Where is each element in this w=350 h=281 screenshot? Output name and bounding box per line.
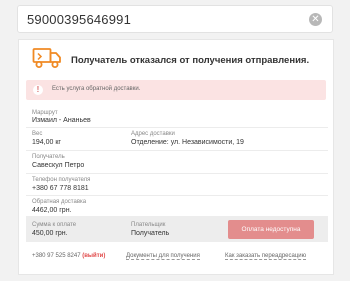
sum-label: Сумма к оплате bbox=[32, 222, 77, 228]
footer-phone-number: +380 97 525 8247 bbox=[32, 253, 81, 259]
return-delivery-value: 4462,00 грн. bbox=[32, 207, 72, 214]
logout-link[interactable]: (выйти) bbox=[82, 253, 105, 259]
payer-label: Плательщик bbox=[131, 222, 166, 228]
clear-icon[interactable]: ✕ bbox=[309, 13, 322, 26]
exclamation-icon: ! bbox=[33, 85, 43, 95]
search-field[interactable]: 59000395646991 ✕ bbox=[17, 5, 333, 33]
alert-box: ! Есть услуга обратной доставки. bbox=[26, 80, 326, 100]
phone-label: Телефон получателя bbox=[32, 177, 91, 183]
divider bbox=[26, 195, 328, 196]
tracking-card: Получатель отказался от получения отправ… bbox=[18, 39, 334, 275]
recipient-label: Получатель bbox=[32, 154, 65, 160]
documents-link[interactable]: Документы для получения bbox=[126, 253, 200, 260]
divider bbox=[26, 173, 328, 174]
route-value: Измаил - Ананьев bbox=[32, 117, 91, 124]
pay-button[interactable]: Оплата недоступна bbox=[228, 220, 314, 239]
status-headline: Получатель отказался от получения отправ… bbox=[71, 55, 310, 66]
weight-label: Вес bbox=[32, 131, 43, 137]
weight-value: 194,00 кг bbox=[32, 139, 61, 146]
search-input[interactable]: 59000395646991 bbox=[27, 12, 131, 27]
sum-value: 450,00 грн. bbox=[32, 230, 68, 237]
footer-phone: +380 97 525 8247 (выйти) bbox=[32, 253, 105, 259]
route-label: Маршрут bbox=[32, 110, 58, 116]
payer-value: Получатель bbox=[131, 230, 170, 237]
address-label: Адрес доставки bbox=[131, 131, 175, 137]
address-value: Отделение: ул. Независимости, 19 bbox=[131, 139, 244, 146]
truck-icon bbox=[32, 46, 62, 75]
recipient-value: Савескул Петро bbox=[32, 162, 85, 169]
phone-value: +380 67 778 8181 bbox=[32, 185, 89, 192]
return-delivery-label: Обратная доставка bbox=[32, 199, 87, 205]
alert-text: Есть услуга обратной доставки. bbox=[52, 86, 141, 92]
divider bbox=[26, 150, 328, 151]
redirect-link[interactable]: Как заказать переадресацию bbox=[225, 253, 307, 260]
divider bbox=[26, 127, 328, 128]
